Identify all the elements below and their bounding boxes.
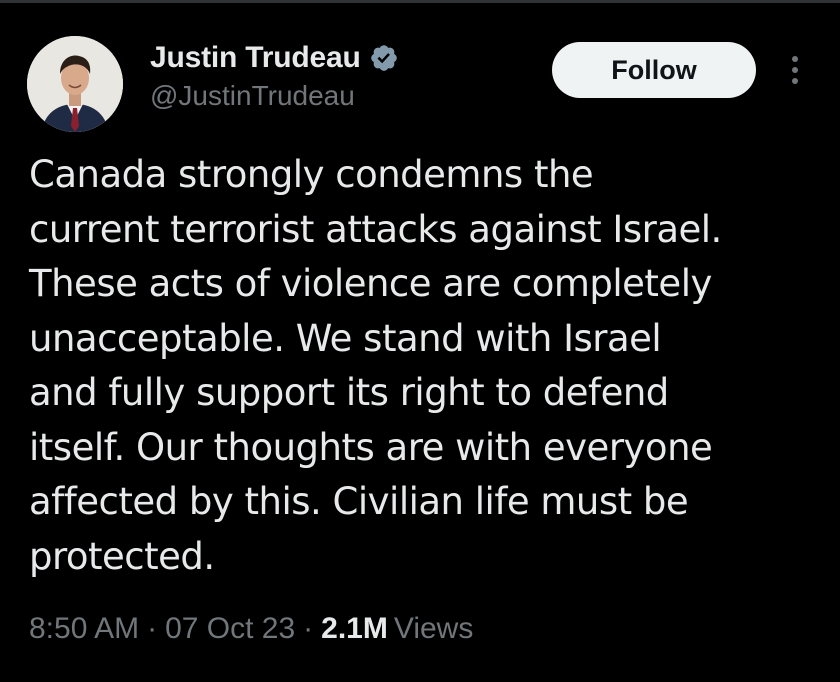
dot <box>792 56 798 62</box>
author-display-name[interactable]: Justin Trudeau <box>150 41 361 75</box>
tweet-card: Justin Trudeau @JustinTrudeau Follow Can… <box>0 0 840 682</box>
author-name-row: Justin Trudeau <box>150 38 399 78</box>
tweet-text: Canada strongly condemns the current ter… <box>29 153 722 578</box>
verified-badge-icon[interactable] <box>369 43 399 73</box>
tweet-metadata: 8:50 AM · 07 Oct 23 · 2.1M Views <box>29 612 473 646</box>
dot <box>792 67 798 73</box>
dot <box>792 78 798 84</box>
separator: · <box>147 612 158 645</box>
profile-photo-icon <box>27 36 123 132</box>
avatar[interactable] <box>27 36 123 132</box>
tweet-date[interactable]: 07 Oct 23 <box>165 612 295 646</box>
more-options-icon[interactable] <box>780 50 810 90</box>
follow-button[interactable]: Follow <box>552 42 756 98</box>
views-label: Views <box>393 612 474 645</box>
views-count[interactable]: 2.1M <box>321 612 388 646</box>
author-handle[interactable]: @JustinTrudeau <box>150 80 355 112</box>
tweet-time[interactable]: 8:50 AM <box>29 612 139 646</box>
separator: · <box>303 612 314 645</box>
